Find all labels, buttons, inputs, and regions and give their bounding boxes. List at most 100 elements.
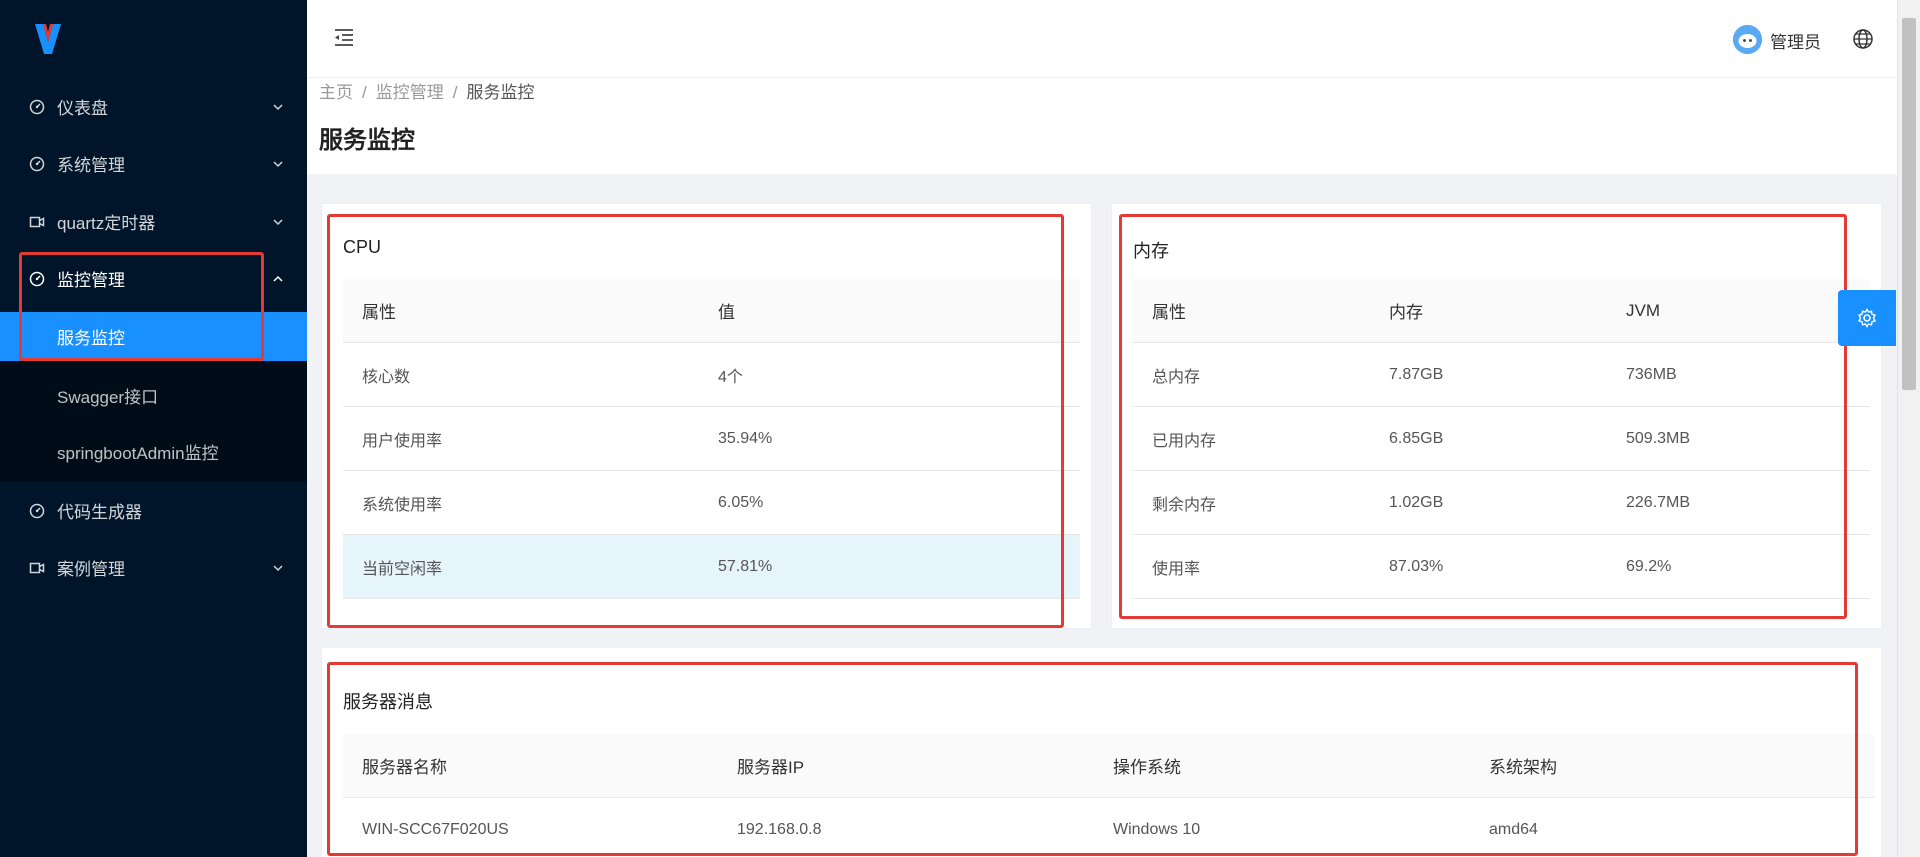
sidebar-subitem-label: Swagger接口 <box>57 388 159 407</box>
sidebar-item-dashboard[interactable]: 仪表盘 <box>0 78 307 135</box>
cpu-table: 属性 值 核心数 4个 用户使用率 35.94% 系统使用率 6.05% 当前空… <box>343 279 1080 599</box>
table-cell: 4个 <box>718 368 743 386</box>
table-row: 总内存 7.87GB 736MB <box>1133 343 1870 407</box>
settings-button[interactable] <box>1838 290 1896 346</box>
top-header: 管理员 <box>307 0 1897 78</box>
table-cell: 当前空闲率 <box>362 560 443 578</box>
table-row: WIN-SCC67F020US 192.168.0.8 Windows 10 a… <box>343 798 1875 857</box>
sidebar-item-label: 案例管理 <box>57 560 125 579</box>
column-header: JVM <box>1626 300 1660 320</box>
avatar[interactable] <box>1733 25 1762 54</box>
sidebar-item-label: 系统管理 <box>57 156 125 175</box>
memory-card: 内存 属性 内存 JVM 总内存 7.87GB 736MB 已用内存 6.85G… <box>1111 203 1882 629</box>
column-header: 系统架构 <box>1489 758 1557 777</box>
table-cell: 总内存 <box>1152 368 1201 386</box>
sidebar-item-system[interactable]: 系统管理 <box>0 135 307 192</box>
scrollbar-thumb[interactable] <box>1902 18 1916 390</box>
breadcrumb-parent[interactable]: 监控管理 <box>376 83 444 102</box>
table-cell: 57.81% <box>718 557 773 575</box>
table-row: 当前空闲率 57.81% <box>343 535 1080 599</box>
breadcrumb: 主页 / 监控管理 / 服务监控 <box>319 78 534 103</box>
table-cell: 系统使用率 <box>362 496 443 514</box>
table-cell: 6.05% <box>718 493 764 511</box>
sidebar-subitem-label: 服务监控 <box>57 329 125 348</box>
dashboard-icon <box>28 155 46 173</box>
dashboard-icon <box>28 270 46 288</box>
table-row: 核心数 4个 <box>343 343 1080 407</box>
sidebar-item-label: quartz定时器 <box>57 214 156 233</box>
sidebar: 仪表盘 系统管理 quartz定时器 监控管理 服务监控 Swagger接口 s… <box>0 0 307 857</box>
table-cell: amd64 <box>1489 820 1538 838</box>
table-header-row: 服务器名称 服务器IP 操作系统 系统架构 <box>343 734 1875 798</box>
sidebar-item-codegen[interactable]: 代码生成器 <box>0 482 307 539</box>
table-cell: 69.2% <box>1626 557 1672 575</box>
server-card: 服务器消息 服务器名称 服务器IP 操作系统 系统架构 WIN-SCC67F02… <box>321 647 1882 857</box>
table-cell: WIN-SCC67F020US <box>362 820 509 838</box>
video-camera-icon <box>28 213 46 231</box>
table-cell: 使用率 <box>1152 560 1201 578</box>
sidebar-subitem-swagger[interactable]: Swagger接口 <box>0 371 307 420</box>
sidebar-subitem-label: springbootAdmin监控 <box>57 444 219 463</box>
breadcrumb-home[interactable]: 主页 <box>319 83 353 102</box>
sidebar-item-label: 仪表盘 <box>57 99 108 118</box>
chevron-up-icon <box>273 275 283 282</box>
table-cell: 509.3MB <box>1626 429 1691 447</box>
sidebar-item-label: 代码生成器 <box>57 503 142 522</box>
table-cell: 已用内存 <box>1152 432 1217 450</box>
column-header: 内存 <box>1389 303 1423 322</box>
card-title: CPU <box>343 237 382 257</box>
menu-fold-icon[interactable] <box>332 26 356 50</box>
globe-icon[interactable] <box>1852 28 1874 50</box>
table-cell: 7.87GB <box>1389 365 1444 383</box>
sidebar-item-monitor[interactable]: 监控管理 <box>0 250 307 307</box>
table-row: 系统使用率 6.05% <box>343 471 1080 535</box>
table-cell: 35.94% <box>718 429 773 447</box>
card-title: 服务器消息 <box>343 692 433 712</box>
table-cell: 1.02GB <box>1389 493 1444 511</box>
table-cell: 剩余内存 <box>1152 496 1217 514</box>
submenu-monitor: 服务监控 Swagger接口 springbootAdmin监控 <box>0 312 307 482</box>
table-cell: 核心数 <box>362 368 411 386</box>
table-cell: 87.03% <box>1389 557 1444 575</box>
table-cell: 226.7MB <box>1626 493 1691 511</box>
table-row: 用户使用率 35.94% <box>343 407 1080 471</box>
table-cell: Windows 10 <box>1113 820 1201 838</box>
sidebar-subitem-springboot-admin[interactable]: springbootAdmin监控 <box>0 427 307 476</box>
video-camera-icon <box>28 559 46 577</box>
column-header: 属性 <box>1152 303 1186 322</box>
breadcrumb-separator: / <box>362 83 367 102</box>
chevron-down-icon <box>273 564 283 571</box>
table-row: 已用内存 6.85GB 509.3MB <box>1133 407 1870 471</box>
vertical-scrollbar[interactable] <box>1897 0 1920 857</box>
column-header: 属性 <box>362 303 396 322</box>
cpu-card: CPU 属性 值 核心数 4个 用户使用率 35.94% 系统使用率 6.05%… <box>321 203 1092 629</box>
dashboard-icon <box>28 502 46 520</box>
table-cell: 用户使用率 <box>362 432 443 450</box>
table-header-row: 属性 值 <box>343 279 1080 343</box>
sidebar-item-quartz[interactable]: quartz定时器 <box>0 193 307 250</box>
table-cell: 736MB <box>1626 365 1677 383</box>
dashboard-icon <box>28 98 46 116</box>
column-header: 服务器名称 <box>362 758 447 777</box>
card-title: 内存 <box>1133 241 1169 261</box>
user-name[interactable]: 管理员 <box>1770 28 1821 53</box>
gear-icon <box>1857 308 1877 328</box>
logo-icon[interactable] <box>34 22 62 56</box>
table-row: 使用率 87.03% 69.2% <box>1133 535 1870 599</box>
page-header: 主页 / 监控管理 / 服务监控 服务监控 <box>307 78 1897 174</box>
column-header: 值 <box>718 303 735 322</box>
table-header-row: 属性 内存 JVM <box>1133 279 1870 343</box>
table-row: 剩余内存 1.02GB 226.7MB <box>1133 471 1870 535</box>
chevron-down-icon <box>273 218 283 225</box>
chevron-down-icon <box>273 103 283 110</box>
column-header: 服务器IP <box>737 758 805 777</box>
sidebar-item-cases[interactable]: 案例管理 <box>0 539 307 596</box>
table-cell: 192.168.0.8 <box>737 820 822 838</box>
chevron-down-icon <box>273 160 283 167</box>
column-header: 操作系统 <box>1113 758 1181 777</box>
memory-table: 属性 内存 JVM 总内存 7.87GB 736MB 已用内存 6.85GB 5… <box>1133 279 1870 599</box>
breadcrumb-current: 服务监控 <box>466 83 535 102</box>
sidebar-item-label: 监控管理 <box>57 271 125 290</box>
sidebar-subitem-service-monitor[interactable]: 服务监控 <box>0 312 307 361</box>
server-table: 服务器名称 服务器IP 操作系统 系统架构 WIN-SCC67F020US 19… <box>343 734 1875 857</box>
